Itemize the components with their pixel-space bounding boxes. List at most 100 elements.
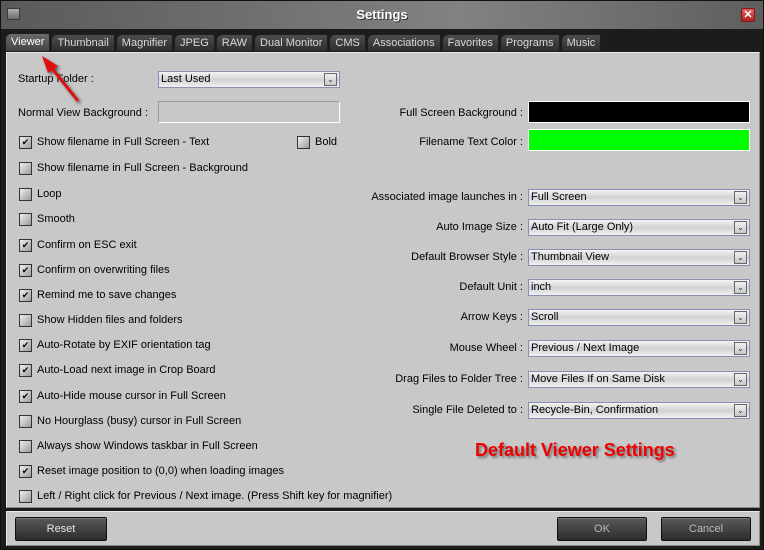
bold-checkbox[interactable]: Bold	[297, 135, 337, 149]
setting-select[interactable]: Full Screen ⌄	[528, 189, 750, 206]
full-screen-bg-swatch[interactable]	[528, 101, 750, 123]
checkbox-box[interactable]	[19, 187, 32, 201]
setting-select[interactable]: Auto Fit (Large Only) ⌄	[528, 219, 750, 236]
option-checkbox[interactable]: ✔ Remind me to save changes	[19, 288, 176, 302]
startup-folder-label: Startup Folder :	[18, 73, 94, 85]
tab-viewer[interactable]: Viewer	[5, 33, 51, 51]
option-checkbox[interactable]: Show filename in Full Screen - Backgroun…	[19, 161, 248, 175]
normal-view-bg-label: Normal View Background :	[18, 107, 149, 119]
select-value: Full Screen	[531, 191, 587, 203]
filename-text-color-label: Filename Text Color :	[419, 136, 523, 148]
checkbox-box[interactable]	[19, 414, 32, 428]
checkmark-icon[interactable]: ✔	[19, 389, 32, 403]
setting-label: Drag Files to Folder Tree :	[395, 373, 523, 385]
option-checkbox[interactable]: ✔ Reset image position to (0,0) when load…	[19, 464, 284, 478]
select-value: Previous / Next Image	[531, 342, 640, 354]
setting-label: Default Unit :	[459, 281, 523, 293]
setting-select[interactable]: Move Files If on Same Disk ⌄	[528, 371, 750, 388]
option-checkbox[interactable]: Loop	[19, 187, 61, 201]
option-label: Loop	[37, 188, 62, 200]
option-label: Show filename in Full Screen - Backgroun…	[37, 162, 248, 174]
checkbox-box[interactable]	[19, 161, 32, 175]
setting-select[interactable]: Scroll ⌄	[528, 309, 750, 326]
option-checkbox[interactable]: Show Hidden files and folders	[19, 313, 183, 327]
tab-programs[interactable]: Programs	[499, 34, 560, 51]
select-value: Thumbnail View	[531, 251, 610, 263]
option-checkbox[interactable]: ✔ Confirm on overwriting files	[19, 263, 170, 277]
reset-button[interactable]: Reset	[15, 517, 107, 541]
select-value: Recycle-Bin, Confirmation	[531, 404, 659, 416]
title-bar[interactable]: Settings ✕	[1, 1, 763, 29]
chevron-down-icon[interactable]: ⌄	[734, 221, 747, 234]
option-checkbox[interactable]: No Hourglass (busy) cursor in Full Scree…	[19, 414, 241, 428]
close-icon[interactable]: ✕	[741, 8, 755, 22]
tab-jpeg[interactable]: JPEG	[174, 34, 215, 51]
chevron-down-icon[interactable]: ⌄	[734, 373, 747, 386]
bold-label: Bold	[315, 136, 338, 148]
full-screen-bg-label: Full Screen Background :	[399, 107, 523, 119]
filename-text-color-swatch[interactable]	[528, 129, 750, 151]
checkbox-box[interactable]	[19, 439, 32, 453]
checkbox-box[interactable]	[297, 135, 310, 149]
checkmark-icon[interactable]: ✔	[19, 238, 32, 252]
option-checkbox[interactable]: Always show Windows taskbar in Full Scre…	[19, 439, 258, 453]
checkmark-icon[interactable]: ✔	[19, 288, 32, 302]
setting-select[interactable]: Previous / Next Image ⌄	[528, 340, 750, 357]
option-checkbox[interactable]: ✔ Confirm on ESC exit	[19, 238, 137, 252]
checkmark-icon[interactable]: ✔	[19, 135, 32, 149]
checkbox-box[interactable]	[19, 212, 32, 226]
chevron-down-icon[interactable]: ⌄	[734, 191, 747, 204]
select-value: Scroll	[531, 311, 559, 323]
ok-button[interactable]: OK	[557, 517, 647, 541]
option-checkbox[interactable]: Left / Right click for Previous / Next i…	[19, 489, 392, 503]
normal-view-bg-swatch[interactable]	[158, 101, 340, 123]
option-label: Show Hidden files and folders	[37, 314, 183, 326]
option-label: No Hourglass (busy) cursor in Full Scree…	[37, 415, 242, 427]
chevron-down-icon[interactable]: ⌄	[734, 251, 747, 264]
checkmark-icon[interactable]: ✔	[19, 263, 32, 277]
setting-select[interactable]: Thumbnail View ⌄	[528, 249, 750, 266]
chevron-down-icon[interactable]: ⌄	[734, 311, 747, 324]
tab-raw[interactable]: RAW	[215, 34, 254, 51]
tab-magnifier[interactable]: Magnifier	[115, 34, 174, 51]
checkbox-box[interactable]	[19, 313, 32, 327]
settings-window: Settings ✕ Viewer Thumbnail Magnifier JPEG R…	[0, 0, 764, 550]
checkmark-icon[interactable]: ✔	[19, 363, 32, 377]
annotation-text: Default Viewer Settings	[475, 440, 675, 460]
setting-select[interactable]: Recycle-Bin, Confirmation ⌄	[528, 402, 750, 419]
viewer-settings-panel: Startup Folder : Last Used ⌄ Normal View…	[6, 52, 760, 508]
option-label: Left / Right click for Previous / Next i…	[37, 490, 393, 502]
option-label: Remind me to save changes	[37, 289, 177, 301]
option-label: Smooth	[37, 213, 75, 225]
option-checkbox[interactable]: ✔ Auto-Load next image in Crop Board	[19, 363, 216, 377]
tab-thumbnail[interactable]: Thumbnail	[51, 34, 115, 51]
setting-select[interactable]: inch ⌄	[528, 279, 750, 296]
tab-dual-monitor[interactable]: Dual Monitor	[254, 34, 329, 51]
chevron-down-icon[interactable]: ⌄	[734, 342, 747, 355]
setting-label: Mouse Wheel :	[449, 342, 523, 354]
option-checkbox[interactable]: ✔ Auto-Rotate by EXIF orientation tag	[19, 338, 211, 352]
option-checkbox[interactable]: ✔ Auto-Hide mouse cursor in Full Screen	[19, 389, 226, 403]
window-title: Settings	[356, 7, 408, 22]
tab-music[interactable]: Music	[560, 34, 602, 51]
cancel-button[interactable]: Cancel	[661, 517, 751, 541]
select-value: Move Files If on Same Disk	[531, 373, 665, 385]
tab-favorites[interactable]: Favorites	[441, 34, 499, 51]
setting-label: Auto Image Size :	[436, 221, 523, 233]
option-checkbox[interactable]: Smooth	[19, 212, 75, 226]
tab-bar: Viewer Thumbnail Magnifier JPEG RAW Dual Moni…	[5, 33, 602, 51]
setting-label: Arrow Keys :	[460, 311, 523, 323]
select-value: inch	[531, 281, 552, 293]
tab-associations[interactable]: Associations	[366, 34, 441, 51]
option-label: Always show Windows taskbar in Full Scre…	[37, 440, 258, 452]
checkmark-icon[interactable]: ✔	[19, 464, 32, 478]
checkmark-icon[interactable]: ✔	[19, 338, 32, 352]
tab-cms[interactable]: CMS	[329, 34, 366, 51]
checkbox-box[interactable]	[19, 489, 32, 503]
chevron-down-icon[interactable]: ⌄	[324, 73, 337, 86]
dialog-footer: Reset OK Cancel	[6, 511, 760, 546]
startup-folder-select[interactable]: Last Used ⌄	[158, 71, 340, 88]
chevron-down-icon[interactable]: ⌄	[734, 404, 747, 417]
option-checkbox[interactable]: ✔ Show filename in Full Screen - Text	[19, 135, 209, 149]
chevron-down-icon[interactable]: ⌄	[734, 281, 747, 294]
